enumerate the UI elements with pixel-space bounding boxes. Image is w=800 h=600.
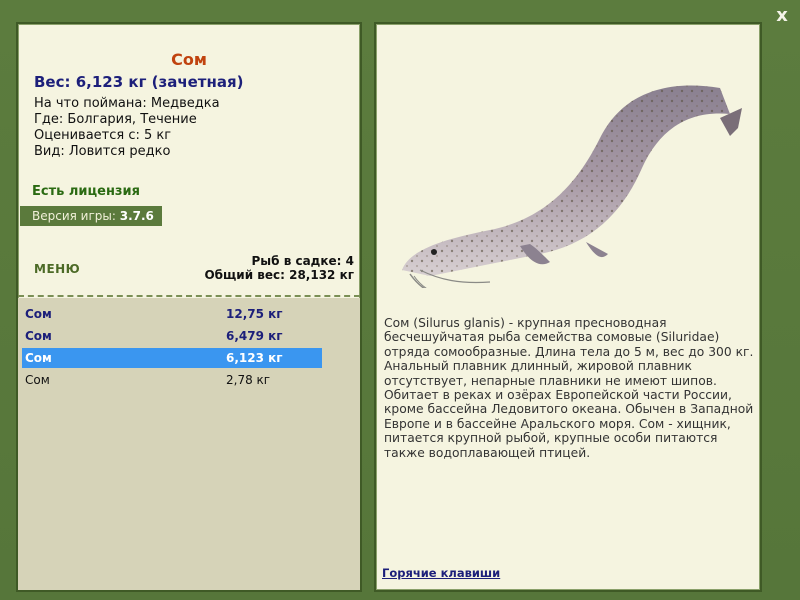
version-bar: Версия игры: 3.7.6	[20, 206, 162, 226]
cage-total-weight: Общий вес: 28,132 кг	[204, 268, 354, 282]
catfish-image	[402, 85, 742, 288]
list-item-weight: 12,75 кг	[226, 307, 283, 321]
list-item-weight: 2,78 кг	[226, 373, 271, 387]
list-item-weight: 6,479 кг	[226, 329, 283, 343]
fish-info-panel: Сом Вес: 6,123 кг (зачетная) На что пойм…	[16, 22, 362, 592]
cage-count: Рыб в садке: 4	[251, 254, 355, 268]
location-line: Где: Болгария, Течение	[34, 112, 197, 127]
list-item-selected[interactable]: Сом 6,123 кг	[22, 348, 322, 368]
list-item-name: Сом	[25, 351, 52, 365]
close-button[interactable]: x	[772, 6, 792, 26]
list-item-name: Сом	[25, 373, 50, 387]
fish-weight: Вес: 6,123 кг (зачетная)	[34, 73, 244, 91]
list-item-name: Сом	[25, 329, 52, 343]
kind-line: Вид: Ловится редко	[34, 144, 171, 159]
bait-line: На что поймана: Медведка	[34, 96, 220, 111]
catch-list: Сом 12,75 кг Сом 6,479 кг Сом 6,123 кг С…	[18, 298, 360, 590]
license-status: Есть лицензия	[32, 184, 140, 199]
fish-details: На что поймана: Медведка Где: Болгария, …	[34, 96, 220, 160]
game-window-frame: x Сом Вес: 6,123 кг (зачетная) На что по…	[0, 0, 800, 600]
cage-summary: Рыб в садке: 4 Общий вес: 28,132 кг	[204, 254, 354, 282]
dashed-divider	[18, 295, 360, 297]
menu-button[interactable]: МЕНЮ	[34, 262, 80, 276]
fish-name-title: Сом	[171, 50, 207, 69]
fish-description-panel: Сом (Silurus glanis) - крупная пресновод…	[374, 22, 762, 592]
version-label: Версия игры:	[32, 209, 116, 223]
version-value: 3.7.6	[119, 209, 154, 223]
list-item-weight: 6,123 кг	[226, 351, 283, 365]
valued-from-line: Оценивается с: 5 кг	[34, 128, 172, 143]
fish-description: Сом (Silurus glanis) - крупная пресновод…	[384, 316, 754, 460]
list-item[interactable]: Сом 2,78 кг	[22, 370, 322, 390]
list-item[interactable]: Сом 12,75 кг	[22, 304, 322, 324]
list-item[interactable]: Сом 6,479 кг	[22, 326, 322, 346]
hotkeys-link[interactable]: Горячие клавиши	[382, 566, 500, 580]
list-item-name: Сом	[25, 307, 52, 321]
